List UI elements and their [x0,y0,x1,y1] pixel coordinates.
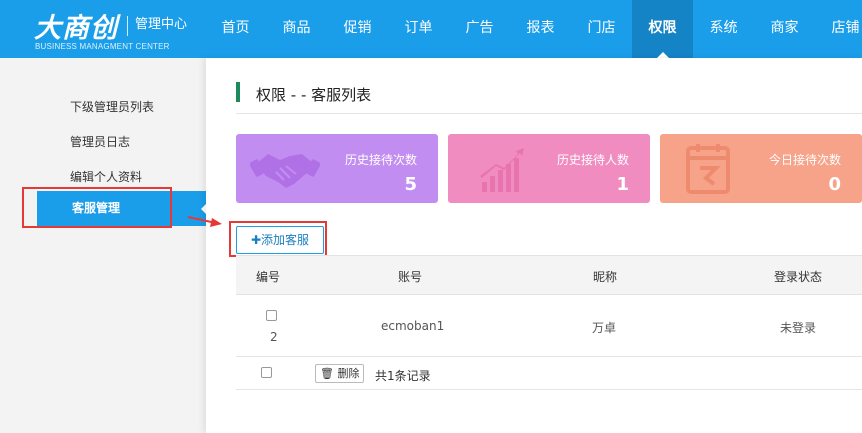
nav-item-shops[interactable]: 店铺 [815,0,862,58]
title-accent-bar [236,82,240,102]
record-count: 共1条记录 [375,369,431,383]
nav-item-goods[interactable]: 商品 [266,0,327,58]
stat-label: 历史接待次数 [344,153,417,167]
row-nickname: 万卓 [592,321,617,335]
sidebar-item-sub-admins[interactable]: 下级管理员列表 [70,98,154,115]
table-header: 编号 账号 昵称 登录状态 [236,255,862,295]
column-header-id: 编号 [256,270,281,284]
row-account: ecmoban1 [381,319,445,333]
highlight-box-sidebar [22,187,172,228]
row-checkbox[interactable] [266,310,277,321]
nav-item-merchants[interactable]: 商家 [754,0,815,58]
trash-icon: 🗑 [320,367,334,380]
main-nav: 首页 商品 促销 订单 广告 报表 门店 权限 系统 商家 店铺 [205,0,862,58]
delete-label: 删除 [337,367,360,380]
nav-item-stores[interactable]: 门店 [571,0,632,58]
logo-english: BUSINESS MANAGMENT CENTER [35,42,170,51]
stat-card-history-people: 历史接待人数 1 [448,134,650,203]
logo-text: 大商创 [34,13,118,44]
stat-card-today-count: 今日接待次数 0 [660,134,862,203]
stat-value: 5 [404,174,417,195]
row-login-status: 未登录 [780,321,817,335]
page-title: 权限 - - 客服列表 [256,86,372,104]
stat-value: 0 [828,174,841,195]
nav-item-permissions[interactable]: 权限 [632,0,693,58]
logo-divider [127,16,128,36]
column-header-login-status: 登录状态 [774,270,823,284]
stat-card-history-count: 历史接待次数 5 [236,134,438,203]
bar-growth-icon [480,148,524,192]
table-row: 2 ecmoban1 万卓 未登录 [236,295,862,357]
stat-label: 历史接待人数 [556,153,629,167]
nav-item-promotion[interactable]: 促销 [327,0,388,58]
highlight-box-add-button [229,221,327,257]
table-footer: 🗑 删除 共1条记录 [236,357,862,390]
column-header-nickname: 昵称 [593,270,618,284]
sidebar-item-edit-profile[interactable]: 编辑个人资料 [70,168,142,185]
row-id: 2 [270,330,278,344]
main-content: 权限 - - 客服列表 历史接待次数 5 历史接待人数 1 今日接待次数 0 ✚… [206,58,862,433]
select-all-checkbox[interactable] [261,367,272,378]
nav-item-reports[interactable]: 报表 [510,0,571,58]
top-header: 大商创 管理中心 BUSINESS MANAGMENT CENTER 首页 商品… [0,0,862,58]
stat-label: 今日接待次数 [768,153,841,167]
nav-item-home[interactable]: 首页 [205,0,266,58]
nav-item-ads[interactable]: 广告 [449,0,510,58]
red-arrow-icon [187,216,222,227]
sidebar-item-admin-log[interactable]: 管理员日志 [70,133,130,150]
stat-value: 1 [616,174,629,195]
handshake-icon [250,154,320,188]
logo-subtitle: 管理中心 [135,17,188,32]
delete-button[interactable]: 🗑 删除 [315,364,365,383]
title-divider [236,113,862,114]
nav-item-system[interactable]: 系统 [693,0,754,58]
nav-item-orders[interactable]: 订单 [388,0,449,58]
column-header-account: 账号 [398,270,423,284]
calendar-icon [686,144,730,194]
sidebar: 下级管理员列表 管理员日志 编辑个人资料 客服管理 [0,58,208,433]
